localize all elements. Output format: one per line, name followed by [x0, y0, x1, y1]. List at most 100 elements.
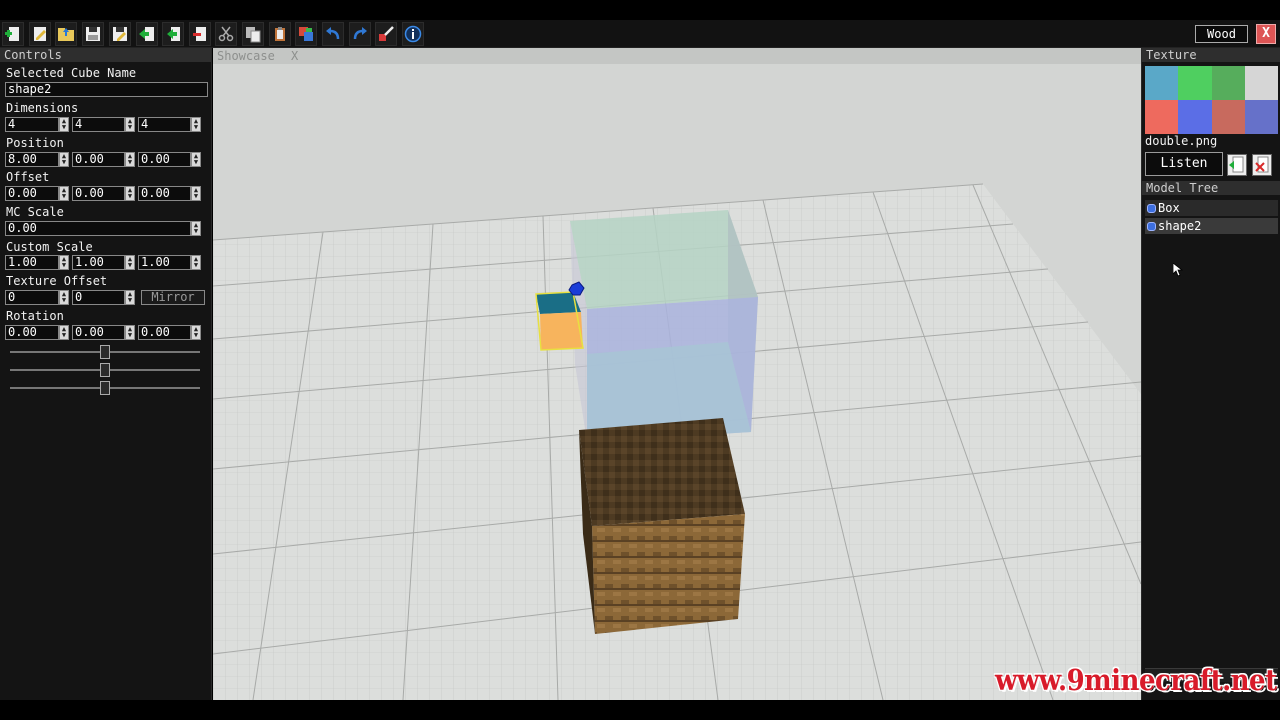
texture-select[interactable]: Wood: [1195, 25, 1248, 43]
position-z-spinner[interactable]: ▲ ▼: [191, 152, 201, 167]
showcase-tab[interactable]: Showcase X: [213, 48, 1141, 64]
remove-texture-button[interactable]: [1252, 154, 1272, 176]
rotation-z-slider[interactable]: [10, 381, 200, 395]
rotation-x-spinner[interactable]: ▲ ▼: [59, 325, 69, 340]
rotation-y-spinner[interactable]: ▲ ▼: [125, 325, 135, 340]
dimension-x-input[interactable]: 4: [5, 117, 59, 132]
dimension-y-input[interactable]: 4: [72, 117, 125, 132]
redo-button[interactable]: [349, 22, 371, 46]
folder-icon: [58, 28, 74, 41]
wood-block-top-face: [579, 418, 745, 526]
custom-scale-x-input[interactable]: 1.00: [5, 255, 59, 270]
rotation-y-input[interactable]: 0.00: [72, 325, 125, 340]
mirror-button[interactable]: Mirror: [141, 290, 205, 305]
texture-swatch: [1178, 100, 1212, 134]
tools-icon: [379, 26, 394, 41]
import-button[interactable]: [136, 22, 158, 46]
settings-button[interactable]: [375, 22, 397, 46]
dimension-z-spinner[interactable]: ▲ ▼: [191, 117, 201, 132]
rotation-z-input[interactable]: 0.00: [138, 325, 191, 340]
texture-swatch: [1145, 100, 1179, 134]
rotation-x-input[interactable]: 0.00: [5, 325, 59, 340]
rotation-y-slider[interactable]: [10, 363, 200, 377]
model-tree-header: Model Tree: [1142, 181, 1280, 195]
save-button[interactable]: [82, 22, 104, 46]
paste-button[interactable]: [269, 22, 291, 46]
texture-swatch: [1244, 66, 1278, 100]
letterbox-bottom: [0, 700, 1280, 720]
texture-swatch: [1178, 66, 1212, 100]
offset-x-spinner[interactable]: ▲ ▼: [59, 186, 69, 201]
letterbox-top: [0, 0, 1280, 20]
controls-panel: Controls Selected Cube Name shape2 Dimen…: [0, 48, 212, 700]
texture-swatch: [1211, 100, 1245, 134]
texture-offset-y-input[interactable]: 0: [72, 290, 125, 305]
cut-button[interactable]: [215, 22, 237, 46]
tree-item-box[interactable]: Box: [1145, 200, 1278, 216]
position-y-input[interactable]: 0.00: [72, 152, 125, 167]
load-texture-button[interactable]: [1227, 154, 1247, 176]
open-button[interactable]: [55, 22, 77, 46]
texture-offset-x-spinner[interactable]: ▲ ▼: [59, 290, 69, 305]
custom-scale-y-input[interactable]: 1.00: [72, 255, 125, 270]
undo-button[interactable]: [322, 22, 344, 46]
tree-item-shape2[interactable]: shape2: [1145, 218, 1278, 234]
dimension-y-spinner[interactable]: ▲ ▼: [125, 117, 135, 132]
copy-button[interactable]: [242, 22, 264, 46]
export-arrow-icon: [167, 27, 180, 41]
custom-scale-z-spinner[interactable]: ▲ ▼: [191, 255, 201, 270]
position-y-spinner[interactable]: ▲ ▼: [125, 152, 135, 167]
mc-scale-input[interactable]: 0.00: [5, 221, 191, 236]
listen-button[interactable]: Listen: [1145, 152, 1223, 176]
dimensions-label: Dimensions: [6, 101, 79, 115]
tree-item-label: Box: [1158, 201, 1180, 215]
dimension-z-input[interactable]: 4: [138, 117, 191, 132]
plus-page-icon: [5, 27, 19, 41]
close-button[interactable]: X: [1256, 24, 1276, 44]
cube-icon: [1147, 203, 1156, 213]
texture-offset-y-spinner[interactable]: ▲ ▼: [125, 290, 135, 305]
info-icon: [404, 25, 422, 43]
texture-offset-x-input[interactable]: 0: [5, 290, 59, 305]
rotation-x-slider[interactable]: [10, 345, 200, 359]
offset-z-input[interactable]: 0.00: [138, 186, 191, 201]
info-button[interactable]: [402, 22, 424, 46]
custom-scale-z-input[interactable]: 1.00: [138, 255, 191, 270]
offset-label: Offset: [6, 170, 50, 184]
model-tree: Box shape2: [1145, 200, 1278, 236]
rotation-y-slider-thumb[interactable]: [100, 363, 110, 377]
showcase-tab-close[interactable]: X: [291, 49, 298, 63]
save-as-button[interactable]: [109, 22, 131, 46]
texture-file-name: double.png: [1145, 134, 1218, 148]
mc-scale-spinner[interactable]: ▲ ▼: [191, 221, 201, 236]
new-project-button[interactable]: [2, 22, 24, 46]
dimension-x-spinner[interactable]: ▲ ▼: [59, 117, 69, 132]
custom-scale-y-spinner[interactable]: ▲ ▼: [125, 255, 135, 270]
clipboard-icon: [275, 27, 285, 41]
selected-cube-front-face: [540, 312, 583, 350]
position-z-input[interactable]: 0.00: [138, 152, 191, 167]
position-x-input[interactable]: 8.00: [5, 152, 59, 167]
offset-y-spinner[interactable]: ▲ ▼: [125, 186, 135, 201]
edit-button[interactable]: [29, 22, 51, 46]
rotation-z-slider-thumb[interactable]: [100, 381, 110, 395]
offset-z-spinner[interactable]: ▲ ▼: [191, 186, 201, 201]
cube-icon: [1147, 221, 1156, 231]
texture-preview[interactable]: [1145, 66, 1278, 134]
offset-y-input[interactable]: 0.00: [72, 186, 125, 201]
delete-button[interactable]: [189, 22, 211, 46]
rotation-z-spinner[interactable]: ▲ ▼: [191, 325, 201, 340]
offset-x-input[interactable]: 0.00: [5, 186, 59, 201]
custom-scale-x-spinner[interactable]: ▲ ▼: [59, 255, 69, 270]
import-arrow-icon: [139, 27, 154, 41]
showcase-viewport[interactable]: Showcase X: [213, 48, 1141, 700]
texture-header: Texture: [1142, 48, 1280, 62]
export-button[interactable]: [162, 22, 184, 46]
custom-scale-label: Custom Scale: [6, 240, 93, 254]
3d-scene[interactable]: [213, 64, 1141, 700]
controls-header: Controls: [0, 48, 211, 62]
texture-button[interactable]: [295, 22, 317, 46]
rotation-x-slider-thumb[interactable]: [100, 345, 110, 359]
position-x-spinner[interactable]: ▲ ▼: [59, 152, 69, 167]
selected-cube-name-input[interactable]: shape2: [5, 82, 208, 97]
